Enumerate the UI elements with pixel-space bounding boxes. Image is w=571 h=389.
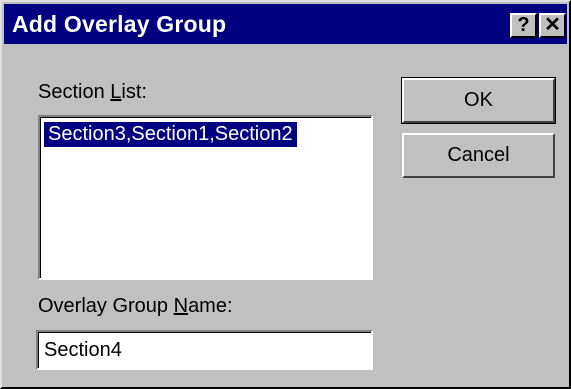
group-name-label-post: ame: — [188, 295, 233, 317]
window-title: Add Overlay Group — [12, 11, 227, 37]
help-button[interactable]: ? — [510, 13, 537, 38]
group-name-label: Overlay Group Name: — [38, 295, 233, 318]
ok-button[interactable]: OK — [401, 77, 556, 124]
group-name-label-pre: Overlay Group — [38, 295, 174, 317]
title-bar[interactable]: Add Overlay Group ? ✕ — [4, 4, 567, 44]
overlay-group-name-input[interactable] — [36, 330, 373, 370]
section-list-label-accel: L — [110, 81, 122, 103]
section-list-label-pre: Section — [38, 81, 111, 103]
section-listbox[interactable]: Section3,Section1,Section2 — [38, 115, 373, 280]
list-item[interactable]: Section3,Section1,Section2 — [44, 122, 297, 147]
section-list-label: Section List: — [38, 81, 147, 104]
dialog-window: Add Overlay Group ? ✕ Section List: Sect… — [0, 0, 571, 389]
help-icon: ? — [517, 14, 530, 36]
close-button[interactable]: ✕ — [539, 13, 566, 38]
group-name-label-accel: N — [173, 295, 189, 317]
close-icon: ✕ — [544, 14, 561, 36]
cancel-button[interactable]: Cancel — [402, 133, 555, 178]
section-list-label-post: ist: — [121, 81, 147, 103]
